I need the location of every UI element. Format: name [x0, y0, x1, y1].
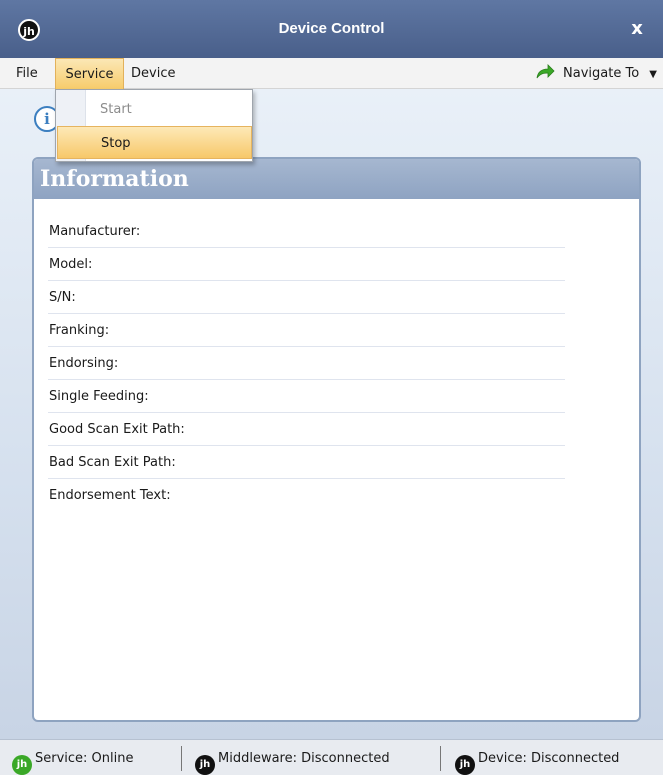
- menu-service[interactable]: Service: [55, 58, 124, 89]
- close-button[interactable]: x: [625, 17, 649, 41]
- service-dropdown-menu: Start Stop: [55, 89, 253, 162]
- field-model: Model:: [48, 248, 565, 281]
- field-manufacturer: Manufacturer:: [48, 215, 565, 248]
- service-online-icon: jh: [12, 755, 32, 775]
- navigate-to-label: Navigate To: [563, 66, 640, 81]
- information-panel: Information Manufacturer: Model: S/N: Fr…: [32, 157, 641, 722]
- navigate-to-button[interactable]: Navigate To ▼: [535, 58, 657, 89]
- field-bad-scan-exit-path: Bad Scan Exit Path:: [48, 446, 565, 479]
- panel-title: Information: [34, 159, 639, 199]
- window-title: Device Control: [278, 20, 385, 37]
- device-status-icon: jh: [455, 755, 475, 775]
- middleware-status: jh Middleware: Disconnected: [195, 748, 390, 775]
- field-franking: Franking:: [48, 314, 565, 347]
- device-status-label: Device: Disconnected: [478, 751, 620, 766]
- service-status-label: Service: Online: [35, 751, 134, 766]
- middleware-status-icon: jh: [195, 755, 215, 775]
- service-status: jh Service: Online: [12, 748, 134, 775]
- field-endorsement-text: Endorsement Text:: [49, 488, 171, 503]
- field-list: Manufacturer: Model: S/N: Franking: Endo…: [34, 199, 639, 512]
- menu-bar: File Service Device Navigate To ▼: [0, 58, 663, 89]
- status-bar: jh Service: Online jh Middleware: Disconne…: [0, 739, 663, 775]
- field-serial-number: S/N:: [48, 281, 565, 314]
- menu-file[interactable]: File: [13, 58, 41, 89]
- field-endorsing: Endorsing:: [48, 347, 565, 380]
- middleware-status-label: Middleware: Disconnected: [218, 751, 390, 766]
- menu-item-start[interactable]: Start: [57, 93, 252, 126]
- chevron-down-icon: ▼: [649, 69, 657, 80]
- field-good-scan-exit-path: Good Scan Exit Path:: [48, 413, 565, 446]
- menu-item-stop[interactable]: Stop: [57, 126, 252, 159]
- menu-device[interactable]: Device: [125, 58, 181, 89]
- device-control-window: jh Device Control x File Service Device …: [0, 0, 663, 775]
- status-divider: [440, 746, 441, 771]
- title-bar: jh Device Control x: [0, 0, 663, 58]
- field-single-feeding: Single Feeding:: [48, 380, 565, 413]
- green-curved-arrow-icon: [535, 61, 555, 79]
- status-divider: [181, 746, 182, 771]
- device-status: jh Device: Disconnected: [455, 748, 620, 775]
